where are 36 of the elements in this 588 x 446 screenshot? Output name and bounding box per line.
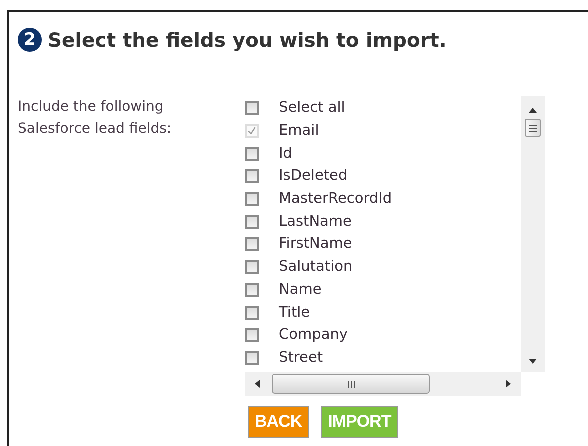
scroll-thumb[interactable] bbox=[525, 119, 541, 137]
field-label: IsDeleted bbox=[279, 168, 348, 184]
import-button[interactable]: IMPORT bbox=[321, 406, 398, 438]
checkbox[interactable] bbox=[245, 260, 259, 274]
field-label: FirstName bbox=[279, 236, 352, 252]
checkbox[interactable] bbox=[245, 192, 259, 206]
checkbox[interactable] bbox=[245, 328, 259, 342]
field-label: Street bbox=[279, 350, 324, 366]
scroll-down-icon[interactable] bbox=[529, 359, 537, 364]
field-label: Company bbox=[279, 327, 348, 344]
step-number-badge: 2 bbox=[18, 28, 42, 52]
checkbox[interactable] bbox=[245, 169, 259, 184]
field-label: Email bbox=[279, 123, 320, 140]
horizontal-scrollbar[interactable] bbox=[245, 372, 521, 396]
field-label: Title bbox=[279, 304, 310, 321]
checkbox[interactable] bbox=[245, 350, 259, 365]
scroll-up-icon[interactable] bbox=[529, 108, 537, 113]
field-label: Salutation bbox=[279, 259, 353, 276]
field-label: MasterRecordId bbox=[279, 191, 392, 208]
field-label: Id bbox=[279, 146, 292, 162]
checkbox[interactable] bbox=[245, 101, 259, 116]
checkbox[interactable] bbox=[245, 214, 259, 229]
scroll-right-icon[interactable] bbox=[506, 380, 511, 388]
field-label: LastName bbox=[279, 214, 352, 230]
field-label: Name bbox=[279, 282, 322, 298]
field-label: Select all bbox=[279, 100, 346, 116]
scroll-left-icon[interactable] bbox=[255, 380, 260, 388]
fields-prompt: Include the following Salesforce lead fields: bbox=[18, 98, 173, 139]
checkbox[interactable] bbox=[245, 146, 259, 161]
checkbox[interactable] bbox=[245, 237, 259, 252]
checkbox[interactable] bbox=[245, 282, 259, 297]
step-title: Select the fields you wish to import. bbox=[48, 28, 447, 52]
scroll-thumb[interactable] bbox=[272, 374, 430, 394]
back-button[interactable]: BACK bbox=[248, 406, 310, 438]
checkbox[interactable] bbox=[245, 306, 259, 320]
vertical-scrollbar[interactable] bbox=[521, 96, 545, 372]
